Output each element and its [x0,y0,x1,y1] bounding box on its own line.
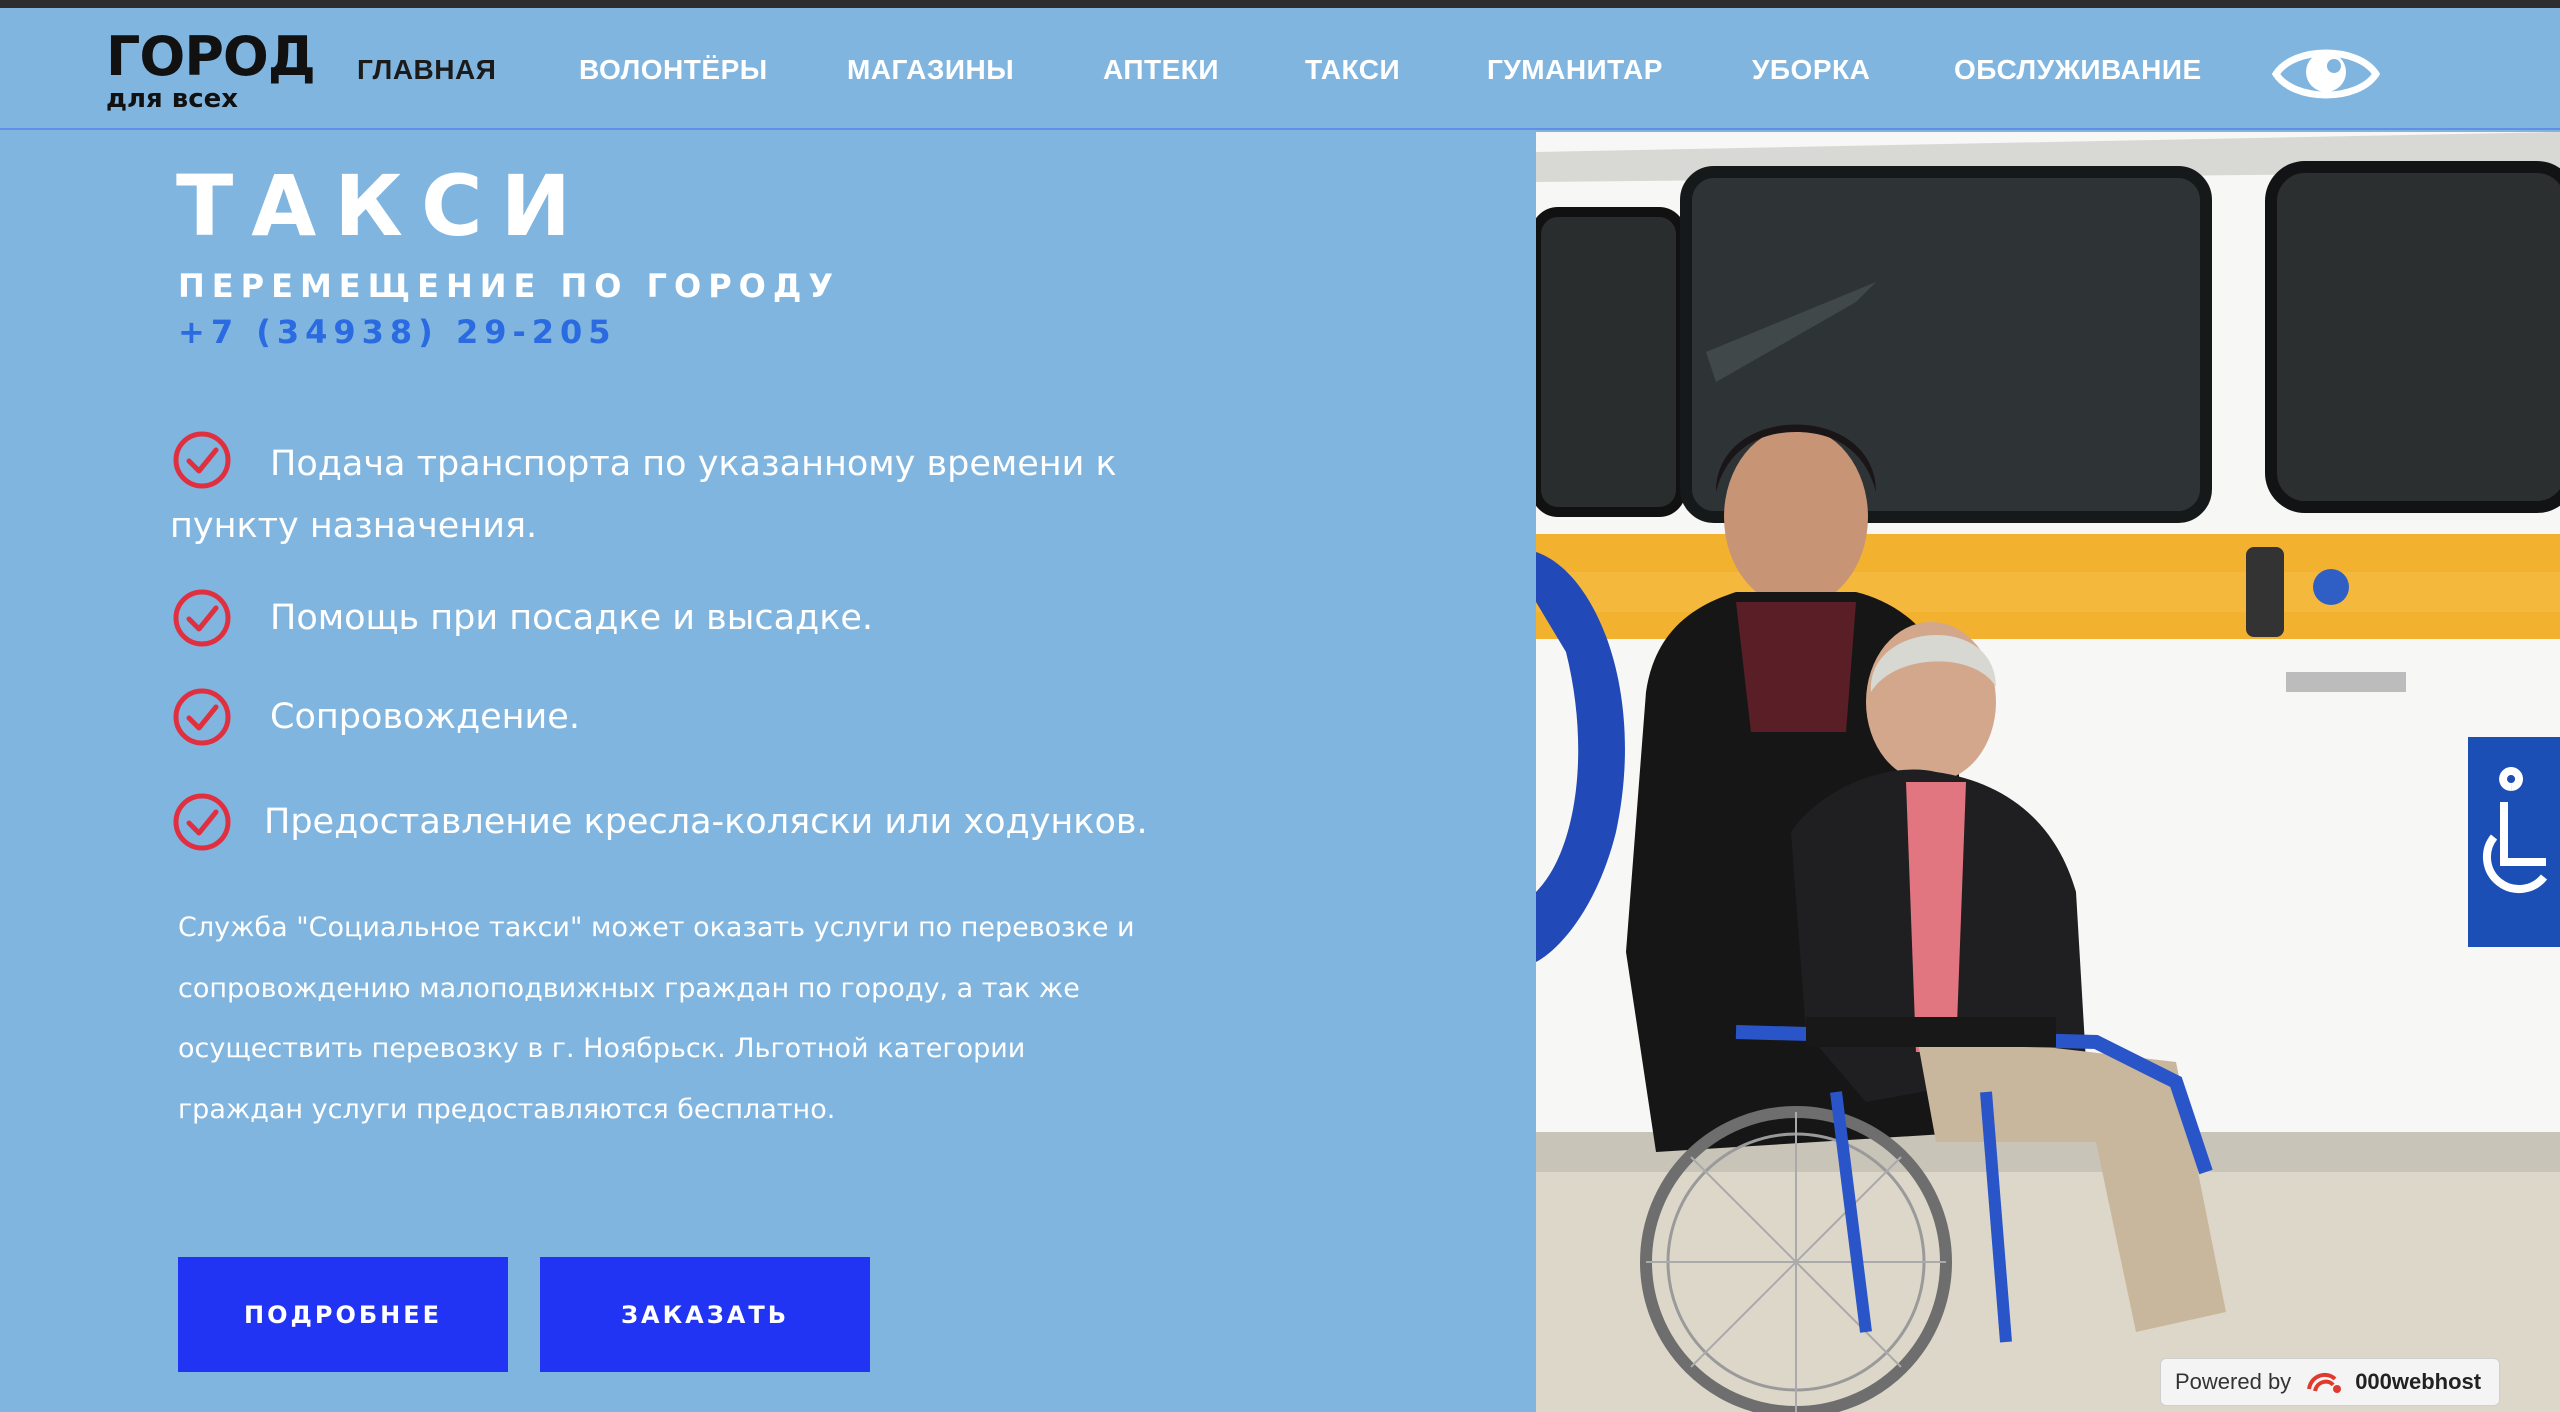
site-logo[interactable]: ГОРОД для всех [106,26,316,116]
feature-item: Сопровождение. [170,686,1250,748]
powered-by-prefix: Powered by [2175,1369,2292,1394]
nav-item-obsluzhivanie[interactable]: ОБСЛУЖИВАНИЕ [1954,54,2202,86]
page-title: ТАКСИ [176,157,589,255]
feature-text: Помощь при посадке и высадке. [270,598,874,638]
check-circle-icon [173,589,231,647]
top-navbar: ГОРОД для всех ГЛАВНАЯ ВОЛОНТЁРЫ МАГАЗИН… [0,8,2560,130]
window-top-strip [0,0,2560,8]
check-circle-icon [173,431,231,489]
phone-link[interactable]: +7 (34938) 29-205 [178,312,617,352]
nav-item-taksi[interactable]: ТАКСИ [1305,54,1400,86]
feature-item: Предоставление кресла-коляски или ходунк… [170,791,1250,853]
nav-item-uborka[interactable]: УБОРКА [1752,54,1870,86]
feature-text: Сопровождение. [270,697,580,737]
check-circle-icon [173,793,231,851]
order-button[interactable]: ЗАКАЗАТЬ [540,1257,870,1372]
feature-text: Предоставление кресла-коляски или ходунк… [264,802,1148,842]
more-button[interactable]: ПОДРОБНЕЕ [178,1257,508,1372]
eye-icon [2271,49,2381,99]
nav-item-apteki[interactable]: АПТЕКИ [1103,54,1219,86]
powered-by-brand: 000webhost [2355,1369,2482,1394]
nav-item-glavnaya[interactable]: ГЛАВНАЯ [357,54,496,86]
feature-item: Помощь при посадке и высадке. [170,587,1250,649]
webhost-logo-icon [2307,1372,2342,1393]
powered-by-badge[interactable]: Powered by 000webhost [2160,1358,2500,1406]
service-description: Служба "Социальное такси" может оказать … [178,912,1135,1125]
nav-item-volontery[interactable]: ВОЛОНТЁРЫ [579,54,768,86]
logo-main-text: ГОРОД [106,25,316,88]
check-circle-icon [173,688,231,746]
feature-item: Подача транспорта по указанному времени … [170,431,1250,557]
nav-item-magaziny[interactable]: МАГАЗИНЫ [847,54,1014,86]
hero-photo-taxi [1536,132,2560,1412]
accessibility-toggle-button[interactable] [2271,38,2381,110]
feature-text: Подача транспорта по указанному времени … [170,444,1117,546]
logo-sub-text: для всех [106,84,239,114]
page-subtitle: ПЕРЕМЕЩЕНИЕ ПО ГОРОДУ [178,267,841,305]
nav-item-gumanitar[interactable]: ГУМАНИТАР [1487,54,1663,86]
